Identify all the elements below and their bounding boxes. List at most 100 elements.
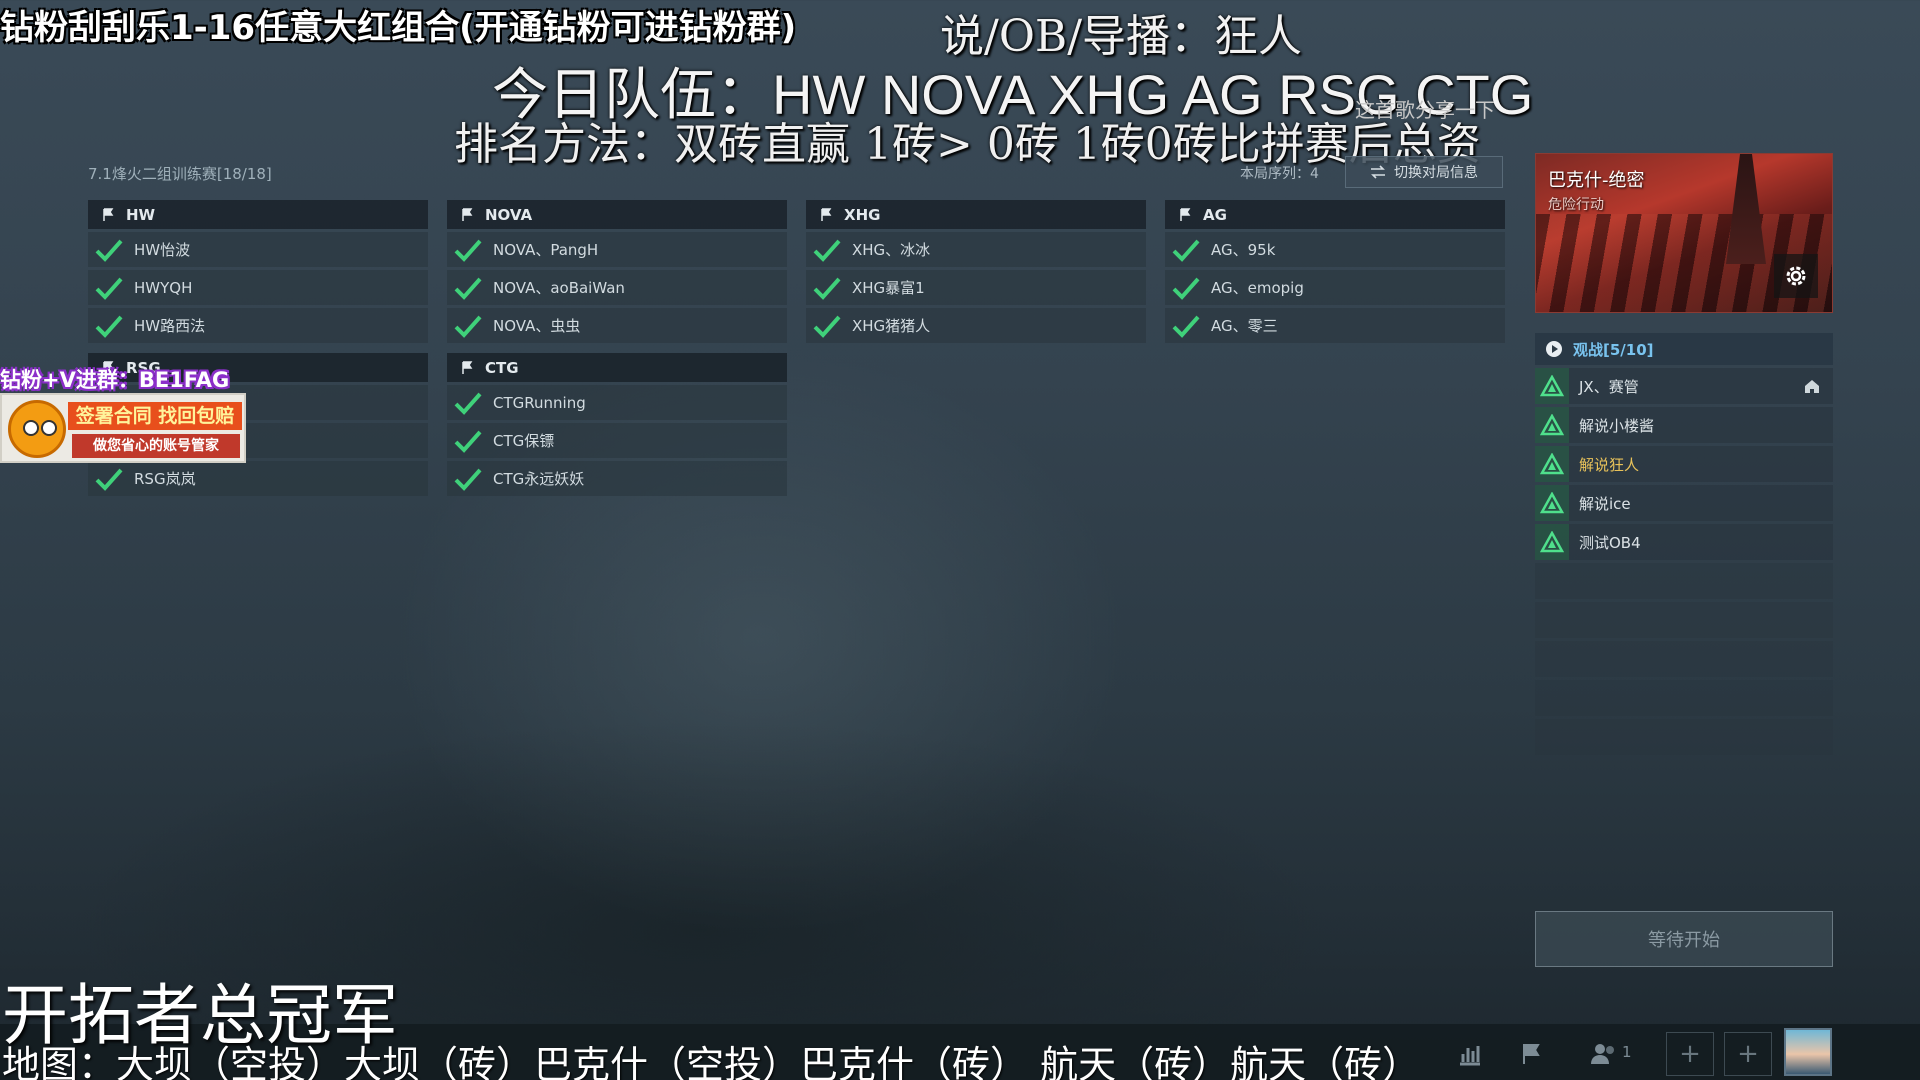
wait-start-button[interactable]: 等待开始 — [1535, 911, 1833, 967]
stream-top-caption: 钻粉刮刮乐1-16任意大红组合(开通钻粉可进钻粉群) — [0, 8, 797, 48]
map-mode: 危险行动 — [1548, 197, 1604, 213]
check-icon — [92, 273, 126, 303]
flag-icon — [1180, 207, 1191, 221]
switch-match-info-button[interactable]: 切换对局信息 — [1345, 156, 1503, 188]
team-header: AG — [1165, 200, 1505, 229]
friends-icon[interactable] — [1586, 1036, 1622, 1072]
team-name: HW — [126, 205, 156, 224]
player-name: HW怡波 — [134, 241, 191, 259]
team-card-ctg: CTG CTGRunning CTG保镖 CTG永远妖妖 — [447, 353, 787, 496]
spectator-name: 测试OB4 — [1579, 533, 1641, 552]
player-name: XHG猪猪人 — [852, 317, 931, 335]
round-sequence-value: 4 — [1310, 166, 1319, 182]
song-share-hint: 这首歌分享一下 — [1355, 98, 1495, 122]
mascot-icon — [8, 400, 66, 458]
team-header: NOVA — [447, 200, 787, 229]
team-card-xhg: XHG XHG、冰冰 XHG暴富1 XHG猪猪人 — [806, 200, 1146, 343]
friends-count: 1 — [1622, 1043, 1632, 1061]
player-name: XHG、冰冰 — [852, 241, 931, 259]
player-row[interactable]: HW路西法 — [88, 308, 428, 343]
spectator-empty-slot[interactable] — [1535, 680, 1833, 716]
spectator-triangle-icon — [1535, 485, 1569, 521]
player-row[interactable]: NOVA、PangH — [447, 232, 787, 267]
team-name: AG — [1203, 205, 1227, 224]
spectator-row[interactable]: 解说小楼酱 — [1535, 407, 1833, 443]
spectator-panel: 观战[5/10] JX、赛管 解说小楼酱 解说狂人 解说ice 测试OB4 — [1535, 333, 1833, 755]
add-slot-button[interactable]: + — [1666, 1032, 1714, 1076]
spectator-name: 解说ice — [1579, 494, 1631, 513]
spectator-header[interactable]: 观战[5/10] — [1535, 333, 1833, 365]
player-name: CTG保镖 — [493, 432, 555, 450]
switch-match-info-label: 切换对局信息 — [1394, 165, 1478, 181]
check-icon — [92, 235, 126, 265]
player-row[interactable]: RSG岚岚 — [88, 461, 428, 496]
team-header: XHG — [806, 200, 1146, 229]
player-name: CTGRunning — [493, 393, 586, 412]
check-icon — [451, 426, 485, 456]
flag-icon[interactable] — [1514, 1036, 1550, 1072]
player-row[interactable]: XHG暴富1 — [806, 270, 1146, 305]
spectator-empty-slot[interactable] — [1535, 719, 1833, 755]
flag-icon — [103, 207, 114, 221]
player-row[interactable]: CTGRunning — [447, 385, 787, 420]
map-thumbnail-tower — [1726, 154, 1766, 264]
spectator-row[interactable]: 解说狂人 — [1535, 446, 1833, 482]
player-name: HW路西法 — [134, 317, 206, 335]
spectator-empty-slot[interactable] — [1535, 602, 1833, 638]
spectator-name: JX、赛管 — [1579, 377, 1639, 396]
player-row[interactable]: HWYQH — [88, 270, 428, 305]
ranking-method-caption: 排名方法：双砖直赢 1砖> 0砖 1砖0砖比拼赛后总资 — [454, 119, 1481, 170]
avatar[interactable] — [1784, 1028, 1832, 1076]
map-card[interactable]: 巴克什-绝密 危险行动 — [1535, 153, 1833, 313]
spectator-name: 解说小楼酱 — [1579, 416, 1655, 435]
spectator-triangle-icon — [1535, 446, 1569, 482]
player-row[interactable]: NOVA、虫虫 — [447, 308, 787, 343]
flag-icon — [462, 207, 473, 221]
home-icon — [1805, 380, 1819, 393]
spectator-row[interactable]: 测试OB4 — [1535, 524, 1833, 560]
spectator-row[interactable]: 解说ice — [1535, 485, 1833, 521]
check-icon — [1169, 235, 1203, 265]
player-row[interactable]: NOVA、aoBaiWan — [447, 270, 787, 305]
check-icon — [1169, 311, 1203, 341]
player-name: NOVA、PangH — [493, 241, 599, 259]
spectator-empty-slot[interactable] — [1535, 563, 1833, 599]
player-name: AG、95k — [1211, 241, 1276, 259]
check-icon — [451, 464, 485, 494]
team-card-nova: NOVA NOVA、PangH NOVA、aoBaiWan NOVA、虫虫 — [447, 200, 787, 343]
check-icon — [92, 311, 126, 341]
match-name: 7.1烽火二组训练赛[18/18] — [88, 165, 272, 183]
round-sequence-label: 本局序列： — [1240, 166, 1310, 182]
add-slot-button[interactable]: + — [1724, 1032, 1772, 1076]
player-row[interactable]: XHG猪猪人 — [806, 308, 1146, 343]
play-icon — [1546, 341, 1562, 357]
check-icon — [92, 464, 126, 494]
player-row[interactable]: AG、95k — [1165, 232, 1505, 267]
player-name: NOVA、虫虫 — [493, 317, 581, 335]
gear-icon[interactable] — [1774, 254, 1818, 298]
spectator-row[interactable]: JX、赛管 — [1535, 368, 1833, 404]
player-row[interactable]: CTG永远妖妖 — [447, 461, 787, 496]
ad-badge-title: 签署合同 找回包赔 — [68, 402, 242, 430]
player-row[interactable]: AG、零三 — [1165, 308, 1505, 343]
round-sequence: 本局序列：4 — [1240, 163, 1319, 183]
check-icon — [451, 273, 485, 303]
team-name: CTG — [485, 358, 519, 377]
team-card-ag: AG AG、95k AG、emopig AG、零三 — [1165, 200, 1505, 343]
player-row[interactable]: AG、emopig — [1165, 270, 1505, 305]
stats-icon[interactable] — [1452, 1036, 1488, 1072]
player-row[interactable]: XHG、冰冰 — [806, 232, 1146, 267]
player-row[interactable]: HW怡波 — [88, 232, 428, 267]
player-name: RSG岚岚 — [134, 470, 196, 488]
team-name: XHG — [844, 205, 881, 224]
check-icon — [810, 273, 844, 303]
flag-icon — [821, 207, 832, 221]
flag-icon — [462, 360, 473, 374]
player-name: AG、emopig — [1211, 279, 1304, 297]
spectator-triangle-icon — [1535, 407, 1569, 443]
map-rotation-caption: 地图：大坝（空投）大坝（砖）巴克什（空投）巴克什（砖） 航天（砖）航天（砖） — [2, 1043, 1421, 1080]
player-row[interactable]: CTG保镖 — [447, 423, 787, 458]
team-name: NOVA — [485, 205, 533, 224]
check-icon — [1169, 273, 1203, 303]
spectator-empty-slot[interactable] — [1535, 641, 1833, 677]
